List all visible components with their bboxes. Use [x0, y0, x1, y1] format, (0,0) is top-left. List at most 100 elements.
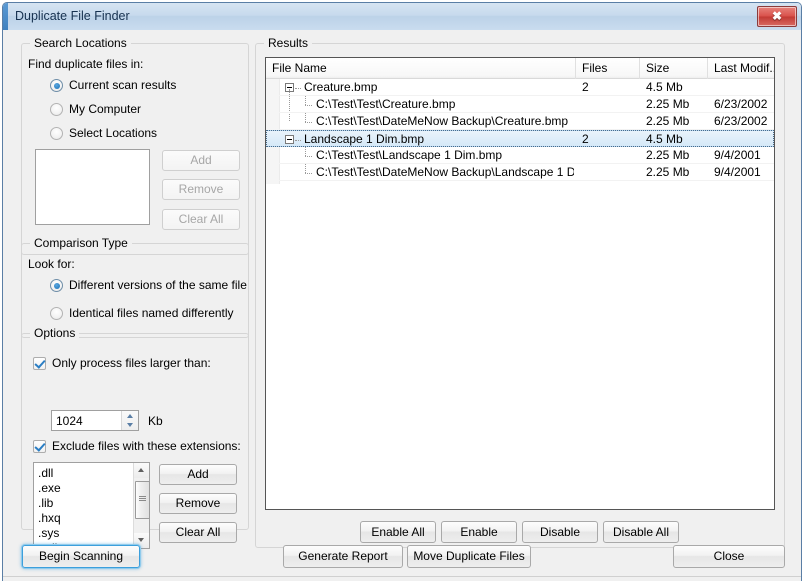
close-window-button[interactable]: ✖: [757, 6, 797, 27]
spinner-down-icon[interactable]: [122, 421, 138, 431]
checkbox-indicator: [33, 440, 46, 453]
find-duplicates-prompt: Find duplicate files in:: [28, 57, 144, 71]
checkbox-indicator: [33, 357, 46, 370]
radio-indicator: [50, 79, 63, 92]
expander-icon[interactable]: [285, 135, 294, 144]
cell-modified: 6/23/2002: [714, 114, 768, 128]
table-row[interactable]: C:\Test\Test\Landscape 1 Dim.bmp 2.25 Mb…: [266, 147, 774, 164]
tree-line: [295, 88, 301, 89]
cell-file-name: C:\Test\Test\DateMeNow Backup\Creature.b…: [316, 114, 569, 128]
column-header-file-name[interactable]: File Name: [266, 58, 576, 79]
look-for-prompt: Look for:: [28, 257, 75, 271]
cell-size: 4.5 Mb: [646, 132, 683, 146]
cell-modified: 6/23/2002: [714, 97, 768, 111]
checkbox-label: Exclude files with these extensions:: [52, 439, 241, 453]
enable-button[interactable]: Enable: [441, 521, 517, 543]
radio-different-versions[interactable]: Different versions of the same file: [50, 278, 247, 294]
cell-files: [582, 113, 640, 130]
scroll-up-icon[interactable]: [134, 463, 149, 478]
cell-size: 4.5 Mb: [646, 80, 683, 94]
radio-label: Identical files named differently: [69, 306, 234, 320]
table-row[interactable]: Creature.bmp 2 4.5 Mb: [266, 79, 774, 96]
window-title: Duplicate File Finder: [15, 9, 130, 23]
close-icon: ✖: [771, 9, 783, 23]
tree-line: [305, 113, 306, 122]
list-item[interactable]: .sys: [34, 526, 149, 541]
table-row[interactable]: Landscape 1 Dim.bmp 2 4.5 Mb: [266, 130, 774, 147]
add-location-button[interactable]: Add: [162, 150, 240, 171]
list-item[interactable]: .exe: [34, 481, 149, 496]
close-button[interactable]: Close: [673, 545, 785, 568]
disable-all-button[interactable]: Disable All: [603, 521, 679, 543]
spinner-up-icon[interactable]: [122, 411, 138, 421]
tree-line: [305, 164, 306, 173]
checkbox-label: Only process files larger than:: [52, 356, 211, 370]
extensions-scrollbar[interactable]: [133, 463, 150, 548]
add-extension-button[interactable]: Add: [159, 464, 237, 485]
list-item[interactable]: .hxq: [34, 511, 149, 526]
radio-label: Different versions of the same file: [69, 278, 247, 292]
radio-label: Select Locations: [69, 126, 158, 140]
cell-size: 2.25 Mb: [646, 148, 690, 162]
clear-all-locations-button[interactable]: Clear All: [162, 209, 240, 230]
checkbox-exclude-extensions[interactable]: Exclude files with these extensions:: [33, 439, 243, 455]
radio-indicator: [50, 127, 63, 140]
title-bar[interactable]: Duplicate File Finder ✖: [3, 3, 801, 31]
comparison-type-title: Comparison Type: [30, 236, 132, 250]
cell-file-name: C:\Test\Test\Creature.bmp: [316, 97, 456, 111]
radio-indicator: [50, 307, 63, 320]
move-duplicate-files-button[interactable]: Move Duplicate Files: [407, 545, 531, 568]
table-row[interactable]: C:\Test\Test\DateMeNow Backup\Creature.b…: [266, 113, 774, 130]
radio-indicator: [50, 279, 63, 292]
cell-size: 2.25 Mb: [646, 114, 690, 128]
radio-label: My Computer: [69, 102, 142, 116]
enable-all-button[interactable]: Enable All: [360, 521, 436, 543]
cell-file-name: Landscape 1 Dim.bmp: [304, 132, 425, 146]
column-header-files[interactable]: Files: [576, 58, 640, 79]
cell-files: [582, 147, 640, 164]
locations-listbox[interactable]: [35, 149, 150, 225]
results-title: Results: [264, 36, 313, 50]
generate-report-button[interactable]: Generate Report: [283, 545, 403, 568]
table-row[interactable]: C:\Test\Test\DateMeNow Backup\Landscape …: [266, 164, 774, 181]
tree-line: [305, 147, 306, 156]
checkbox-only-process-larger[interactable]: Only process files larger than:: [33, 356, 238, 372]
tree-line: [305, 105, 312, 106]
search-locations-title: Search Locations: [30, 36, 131, 50]
disable-button[interactable]: Disable: [522, 521, 598, 543]
cell-size: 2.25 Mb: [646, 165, 690, 179]
dialog-client-area: Search Locations Find duplicate files in…: [3, 30, 801, 581]
cell-file-name: Creature.bmp: [304, 80, 378, 94]
scrollbar-thumb[interactable]: [135, 481, 150, 519]
begin-scanning-button[interactable]: Begin Scanning: [22, 545, 140, 568]
cell-file-name: C:\Test\Test\DateMeNow Backup\Landscape …: [316, 165, 574, 179]
row-separator: [279, 180, 774, 181]
results-tree[interactable]: File Name Files Size Last Modif... Creat…: [265, 57, 775, 510]
extensions-listbox[interactable]: .dll .exe .lib .hxq .sys .pdb: [33, 462, 150, 555]
list-item[interactable]: .dll: [34, 466, 149, 481]
cell-size: 2.25 Mb: [646, 97, 690, 111]
min-size-spinner[interactable]: 1024: [51, 410, 139, 431]
spinner-buttons[interactable]: [121, 411, 138, 430]
cell-modified: [714, 131, 774, 148]
radio-current-scan-results[interactable]: Current scan results: [50, 78, 240, 94]
cell-modified: [714, 79, 774, 96]
column-header-size[interactable]: Size: [640, 58, 708, 79]
tree-line: [305, 122, 312, 123]
title-bar-accent: [3, 3, 8, 30]
tree-line: [295, 140, 301, 141]
cell-files: [582, 164, 640, 181]
radio-indicator: [50, 103, 63, 116]
clear-all-extensions-button[interactable]: Clear All: [159, 522, 237, 543]
column-header-last-modified[interactable]: Last Modif...: [708, 58, 774, 79]
remove-location-button[interactable]: Remove: [162, 179, 240, 200]
radio-identical-files[interactable]: Identical files named differently: [50, 306, 245, 322]
list-item[interactable]: .lib: [34, 496, 149, 511]
tree-line: [305, 156, 312, 157]
radio-select-locations[interactable]: Select Locations: [50, 126, 240, 142]
radio-my-computer[interactable]: My Computer: [50, 102, 240, 118]
size-unit-label: Kb: [148, 414, 163, 428]
remove-extension-button[interactable]: Remove: [159, 493, 237, 514]
table-row[interactable]: C:\Test\Test\Creature.bmp 2.25 Mb 6/23/2…: [266, 96, 774, 113]
window-bottom-edge: [3, 578, 801, 581]
